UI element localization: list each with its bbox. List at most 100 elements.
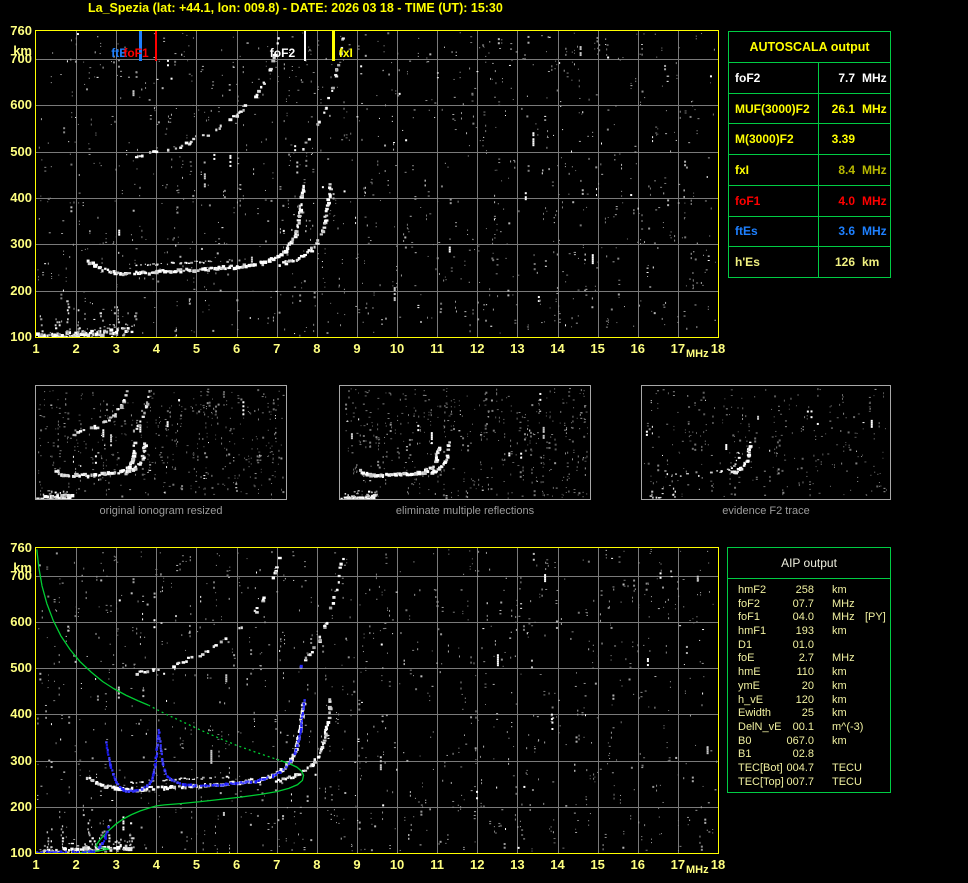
thumbnail-original-canvas (36, 386, 286, 499)
x-tick-13mhz: 13 (510, 857, 525, 872)
autoscala-param-label: foF2 (729, 63, 819, 93)
aip-param-unit: TECU (832, 775, 862, 788)
aip-param-unit: km (832, 734, 847, 747)
aip-row-fof1: foF1 04.0 MHz [PY] (728, 611, 890, 625)
aip-param-label: foE (738, 652, 755, 665)
aip-param-value: 110 (796, 666, 814, 679)
aip-row-hmf2: hmF2 258 km (728, 584, 890, 598)
aip-param-flag: [PY] (865, 611, 886, 624)
aip-row-yme: ymE 20 km (728, 680, 890, 694)
x-tick-13mhz: 13 (510, 341, 525, 356)
autoscala-param-unit: MHz (862, 193, 887, 208)
y-tick-760km: 760 (10, 540, 32, 555)
aip-param-label: hmF2 (738, 584, 767, 596)
x-tick-5mhz: 5 (192, 857, 201, 872)
x-tick-12mhz: 12 (470, 341, 485, 356)
autoscala-param-value: 3.6 (838, 224, 855, 239)
aip-param-label: hmE (738, 666, 761, 679)
autoscala-param-label: ftEs (729, 216, 819, 247)
aip-row-hmf1: hmF1 193 km (728, 625, 890, 639)
aip-param-unit: TECU (832, 761, 862, 774)
top-ionogram-plot (35, 30, 719, 338)
x-tick-14mhz: 14 (550, 857, 565, 872)
aip-param-label: Ewidth (738, 707, 772, 720)
aip-row-foe: foE 2.7 MHz (728, 652, 890, 666)
x-tick-11mhz: 11 (430, 341, 445, 356)
thumbnail-evidence-f2 (641, 385, 891, 500)
caption-evidence-f2: evidence F2 trace (722, 505, 810, 517)
aip-param-label: foF2 (738, 597, 761, 610)
x-tick-18mhz: 18 (710, 341, 726, 356)
x-tick-1mhz: 1 (32, 341, 40, 356)
x-tick-16mhz: 16 (630, 341, 645, 356)
aip-param-value: 01.0 (792, 638, 814, 651)
autoscala-param-unit: MHz (862, 101, 887, 116)
y-tick-500km: 500 (10, 143, 32, 159)
x-tick-14mhz: 14 (550, 341, 565, 356)
aip-param-unit: MHz (832, 652, 855, 665)
x-tick-7mhz: 7 (273, 857, 281, 872)
autoscala-param-unit: km (862, 255, 880, 270)
autoscala-param-label: foF1 (729, 185, 819, 216)
thumbnail-original-ionogram (35, 385, 287, 500)
bottom-ionogram-canvas (35, 547, 719, 854)
aip-param-value: 004.7 (786, 761, 814, 774)
x-tick-2mhz: 2 (72, 857, 80, 872)
aip-param-value: 20 (801, 679, 814, 692)
aip-row-d1: D1 01.0 (728, 639, 890, 653)
y-tick-500km: 500 (10, 660, 32, 676)
aip-param-unit: km (832, 679, 847, 692)
x-tick-3mhz: 3 (112, 341, 120, 356)
x-axis-unit: MHz (686, 348, 709, 360)
aip-param-value: 258 (795, 584, 814, 596)
aip-param-label: D1 (738, 638, 753, 651)
aip-param-unit: km (832, 666, 847, 679)
x-tick-9mhz: 9 (353, 341, 361, 356)
x-tick-4mhz: 4 (152, 857, 160, 872)
aip-param-value: 120 (795, 693, 814, 706)
autoscala-row-fof1: foF1 4.0 MHz (729, 185, 890, 217)
aip-param-value: 00.1 (792, 720, 814, 733)
y-tick-600km: 600 (10, 97, 32, 113)
aip-row-b1: B1 02.8 (728, 748, 890, 762)
autoscala-row-muf3000f2: MUF(3000)F2 26.1 MHz (729, 93, 890, 125)
aip-param-value: 04.0 (792, 611, 814, 624)
x-tick-4mhz: 4 (152, 341, 160, 356)
autoscala-row-m3000f2: M(3000)F2 3.39 (729, 124, 890, 156)
aip-param-unit: km (832, 693, 847, 706)
aip-param-unit: km (832, 707, 847, 720)
autoscala-param-value: 7.7 (838, 70, 855, 85)
x-axis-unit: MHz (686, 864, 709, 876)
x-tick-16mhz: 16 (630, 857, 645, 872)
x-tick-18mhz: 18 (710, 857, 726, 872)
aip-param-value: 2.7 (798, 652, 814, 665)
aip-param-label: foF1 (738, 611, 761, 624)
autoscala-row-fof2: foF2 7.7 MHz (729, 63, 890, 94)
aip-row-delnve: DelN_vE 00.1 m^(-3) (728, 721, 890, 735)
x-tick-10mhz: 10 (389, 857, 405, 872)
autoscala-param-unit: MHz (862, 163, 887, 178)
aip-row-tecbot: TEC[Bot] 004.7 TECU (728, 762, 890, 776)
caption-eliminate-reflections: eliminate multiple reflections (395, 505, 535, 517)
aip-param-value: 02.8 (792, 748, 814, 761)
aip-param-value: 067.0 (786, 734, 814, 747)
autoscala-param-value: 3.39 (831, 132, 855, 147)
aip-param-unit: km (832, 584, 847, 596)
autoscala-param-value: 26.1 (831, 101, 855, 116)
autoscala-param-unit: MHz (862, 70, 887, 85)
x-tick-2mhz: 2 (72, 341, 80, 356)
station-title: La_Spezia (lat: +44.1, lon: 009.8) - DAT… (88, 1, 503, 15)
x-tick-10mhz: 10 (389, 341, 405, 356)
aip-param-value: 07.7 (792, 597, 814, 610)
aip-row-b0: B0 067.0 km (728, 735, 890, 749)
x-tick-9mhz: 9 (353, 857, 361, 872)
y-tick-300km: 300 (10, 236, 32, 252)
autoscala-param-value: 4.0 (838, 193, 855, 208)
x-tick-5mhz: 5 (192, 341, 201, 356)
autoscala-window: { "title": "La_Spezia (lat: +44.1, lon: … (0, 0, 968, 883)
bottom-ionogram-plot (35, 547, 719, 854)
autoscala-output-rows: foF2 7.7 MHz MUF(3000)F2 26.1 MHz M(3000)F2 3.3… (729, 63, 890, 278)
autoscala-row-hes: h'Es 126 km (729, 247, 890, 278)
autoscala-row-fxi: fxI 8.4 MHz (729, 155, 890, 186)
aip-param-label: ymE (738, 679, 760, 692)
